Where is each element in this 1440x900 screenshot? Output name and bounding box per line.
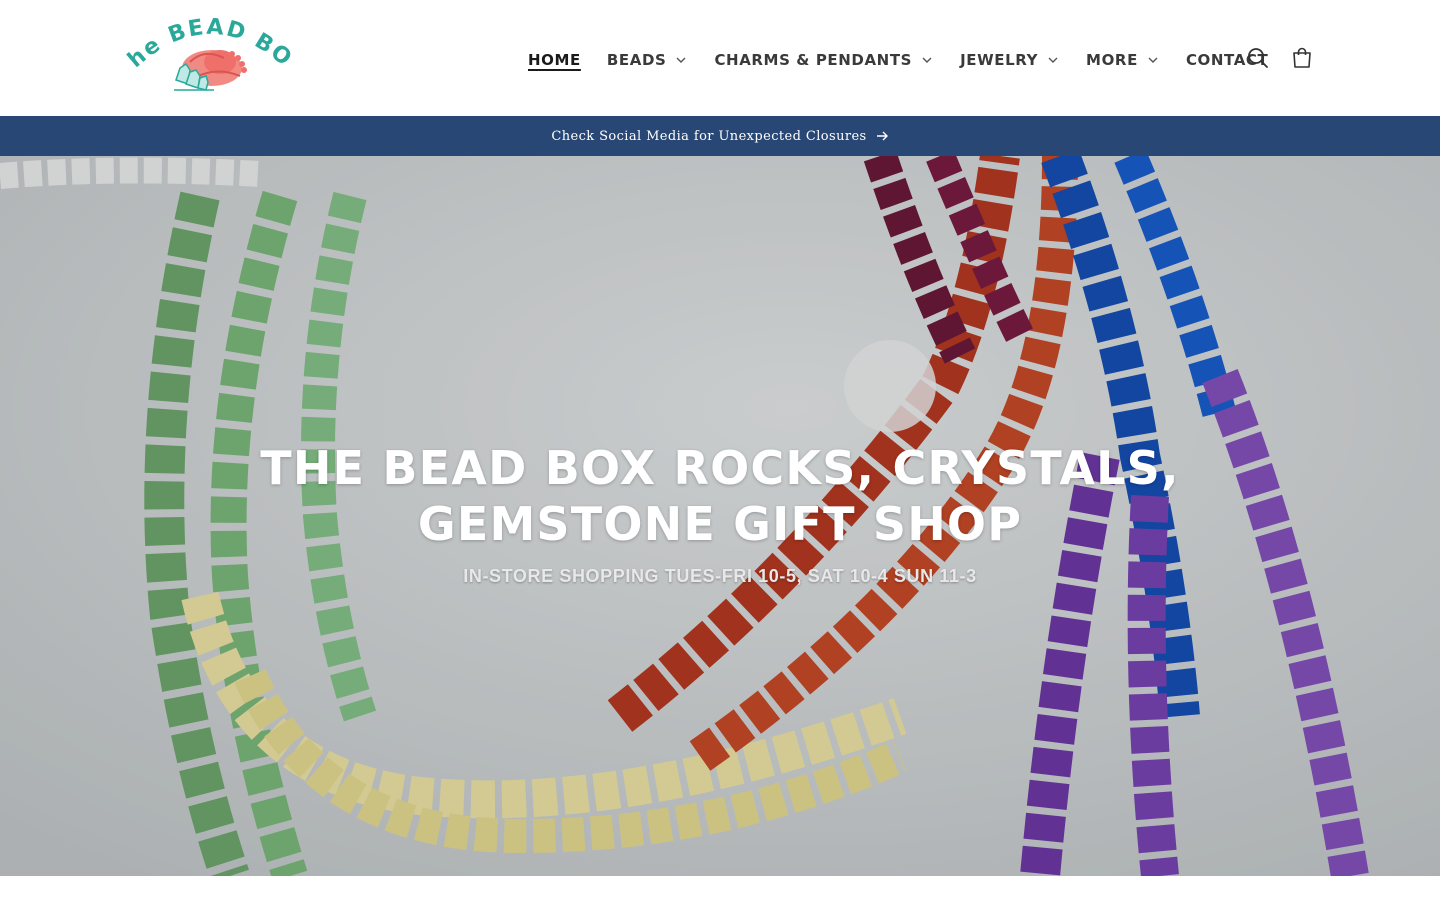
- main-nav: HOME BEADS CHARMS & PENDANTS JEWELRY MOR…: [528, 47, 1294, 73]
- site-logo[interactable]: The BEAD BOX: [124, 18, 296, 96]
- hero-title: THE BEAD BOX ROCKS, CRYSTALS, GEMSTONE G…: [0, 440, 1440, 552]
- hero-banner: THE BEAD BOX ROCKS, CRYSTALS, GEMSTONE G…: [0, 156, 1440, 876]
- bead-box-logo-icon: The BEAD BOX: [124, 18, 295, 91]
- nav-item-more[interactable]: MORE: [1086, 51, 1160, 69]
- chevron-down-icon: [920, 53, 934, 67]
- site-header: The BEAD BOX HOME BEADS CHARMS &: [0, 0, 1440, 116]
- nav-item-label: BEADS: [606, 51, 667, 69]
- nav-item-label: MORE: [1086, 51, 1138, 69]
- nav-item-home[interactable]: HOME: [528, 51, 581, 69]
- cart-button[interactable]: [1289, 45, 1315, 71]
- nav-item-beads[interactable]: BEADS: [607, 51, 689, 69]
- nav-item-label: HOME: [528, 51, 581, 69]
- chevron-down-icon: [674, 53, 688, 67]
- search-button[interactable]: [1245, 45, 1271, 71]
- hero-title-line-1: THE BEAD BOX ROCKS, CRYSTALS,: [260, 441, 1180, 495]
- nav-item-label: JEWELRY: [960, 51, 1039, 69]
- chevron-down-icon: [1146, 53, 1160, 67]
- arrow-right-icon: [875, 129, 889, 143]
- nav-item-label: CHARMS & PENDANTS: [714, 51, 913, 69]
- nav-item-jewelry[interactable]: JEWELRY: [960, 51, 1060, 69]
- announcement-bar[interactable]: Check Social Media for Unexpected Closur…: [0, 116, 1440, 156]
- announcement-text: Check Social Media for Unexpected Closur…: [551, 128, 867, 144]
- nav-item-charms-pendants[interactable]: CHARMS & PENDANTS: [714, 51, 934, 69]
- hero-title-line-2: GEMSTONE GIFT SHOP: [417, 497, 1023, 551]
- chevron-down-icon: [1046, 53, 1060, 67]
- hero-subtitle: IN-STORE SHOPPING TUES-FRI 10-5, SAT 10-…: [463, 566, 977, 586]
- hero-content: THE BEAD BOX ROCKS, CRYSTALS, GEMSTONE G…: [0, 440, 1440, 587]
- search-icon: [1248, 48, 1268, 68]
- cart-icon: [1293, 47, 1311, 68]
